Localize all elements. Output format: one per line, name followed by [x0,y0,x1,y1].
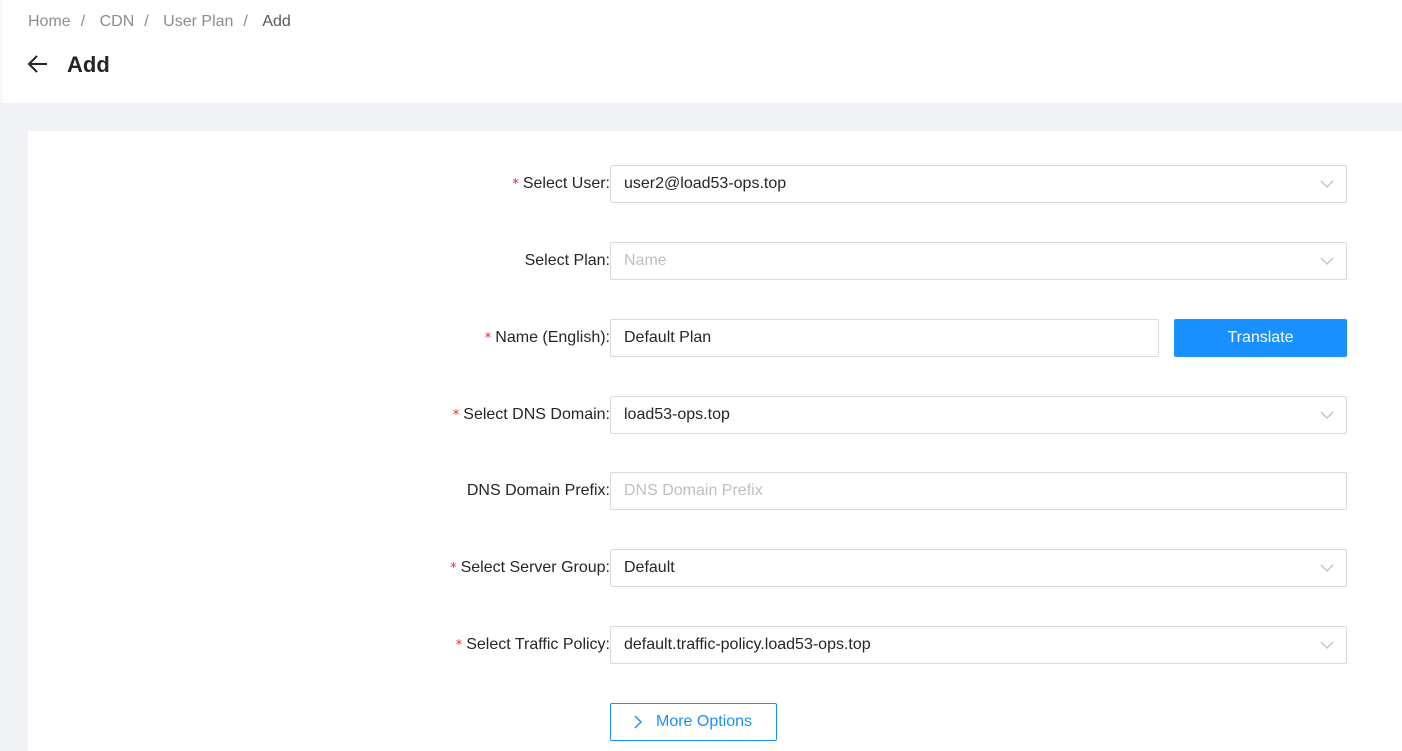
server-group-dropdown[interactable]: Default [610,549,1347,587]
chevron-down-icon [1320,641,1334,649]
dns-domain-dropdown[interactable]: load53-ops.top [610,396,1347,434]
server-group-row: * Select Server Group: Default [28,549,1402,587]
select-user-dropdown[interactable]: user2@load53-ops.top [610,165,1347,203]
chevron-down-icon [1320,411,1334,419]
dns-domain-label: * Select DNS Domain: [452,406,610,423]
more-options-label: More Options [656,713,753,730]
more-options-button[interactable]: More Options [610,703,777,741]
chevron-down-icon [1320,564,1334,572]
server-group-label: * Select Server Group: [450,559,610,576]
breadcrumb-user-plan[interactable]: User Plan [163,13,233,31]
dns-prefix-label: DNS Domain Prefix: [466,482,610,499]
back-arrow-icon[interactable] [27,52,49,76]
form-card: * Select User: user2@load53-ops.top Selec… [28,131,1402,751]
breadcrumb: Home / CDN / User Plan / Add [28,13,291,31]
page-header: Home / CDN / User Plan / Add Add [0,0,1402,103]
select-plan-label: Select Plan: [524,252,610,269]
select-plan-row: Select Plan: Name [28,242,1402,280]
breadcrumb-current: Add [262,13,291,30]
dns-prefix-row: DNS Domain Prefix: DNS Domain Prefix [28,472,1402,510]
name-input[interactable]: Default Plan [610,319,1159,357]
translate-button[interactable]: Translate [1174,319,1347,357]
name-label: * Name (English): [484,329,610,346]
chevron-down-icon [1320,180,1334,188]
breadcrumb-cdn[interactable]: CDN [100,13,135,31]
dns-domain-row: * Select DNS Domain: load53-ops.top [28,396,1402,434]
traffic-policy-label: * Select Traffic Policy: [455,636,610,653]
chevron-down-icon [1320,257,1334,265]
page-title: Add [67,52,110,77]
traffic-policy-dropdown[interactable]: default.traffic-policy.load53-ops.top [610,626,1347,664]
name-row: * Name (English): Default Plan Translate [28,319,1402,357]
select-plan-dropdown[interactable]: Name [610,242,1347,280]
select-user-label: * Select User: [512,175,610,192]
breadcrumb-home[interactable]: Home [28,13,71,31]
select-user-row: * Select User: user2@load53-ops.top [28,165,1402,203]
chevron-right-icon [634,715,642,729]
traffic-policy-row: * Select Traffic Policy: default.traffic-… [28,626,1402,664]
dns-prefix-input[interactable]: DNS Domain Prefix [610,472,1347,510]
